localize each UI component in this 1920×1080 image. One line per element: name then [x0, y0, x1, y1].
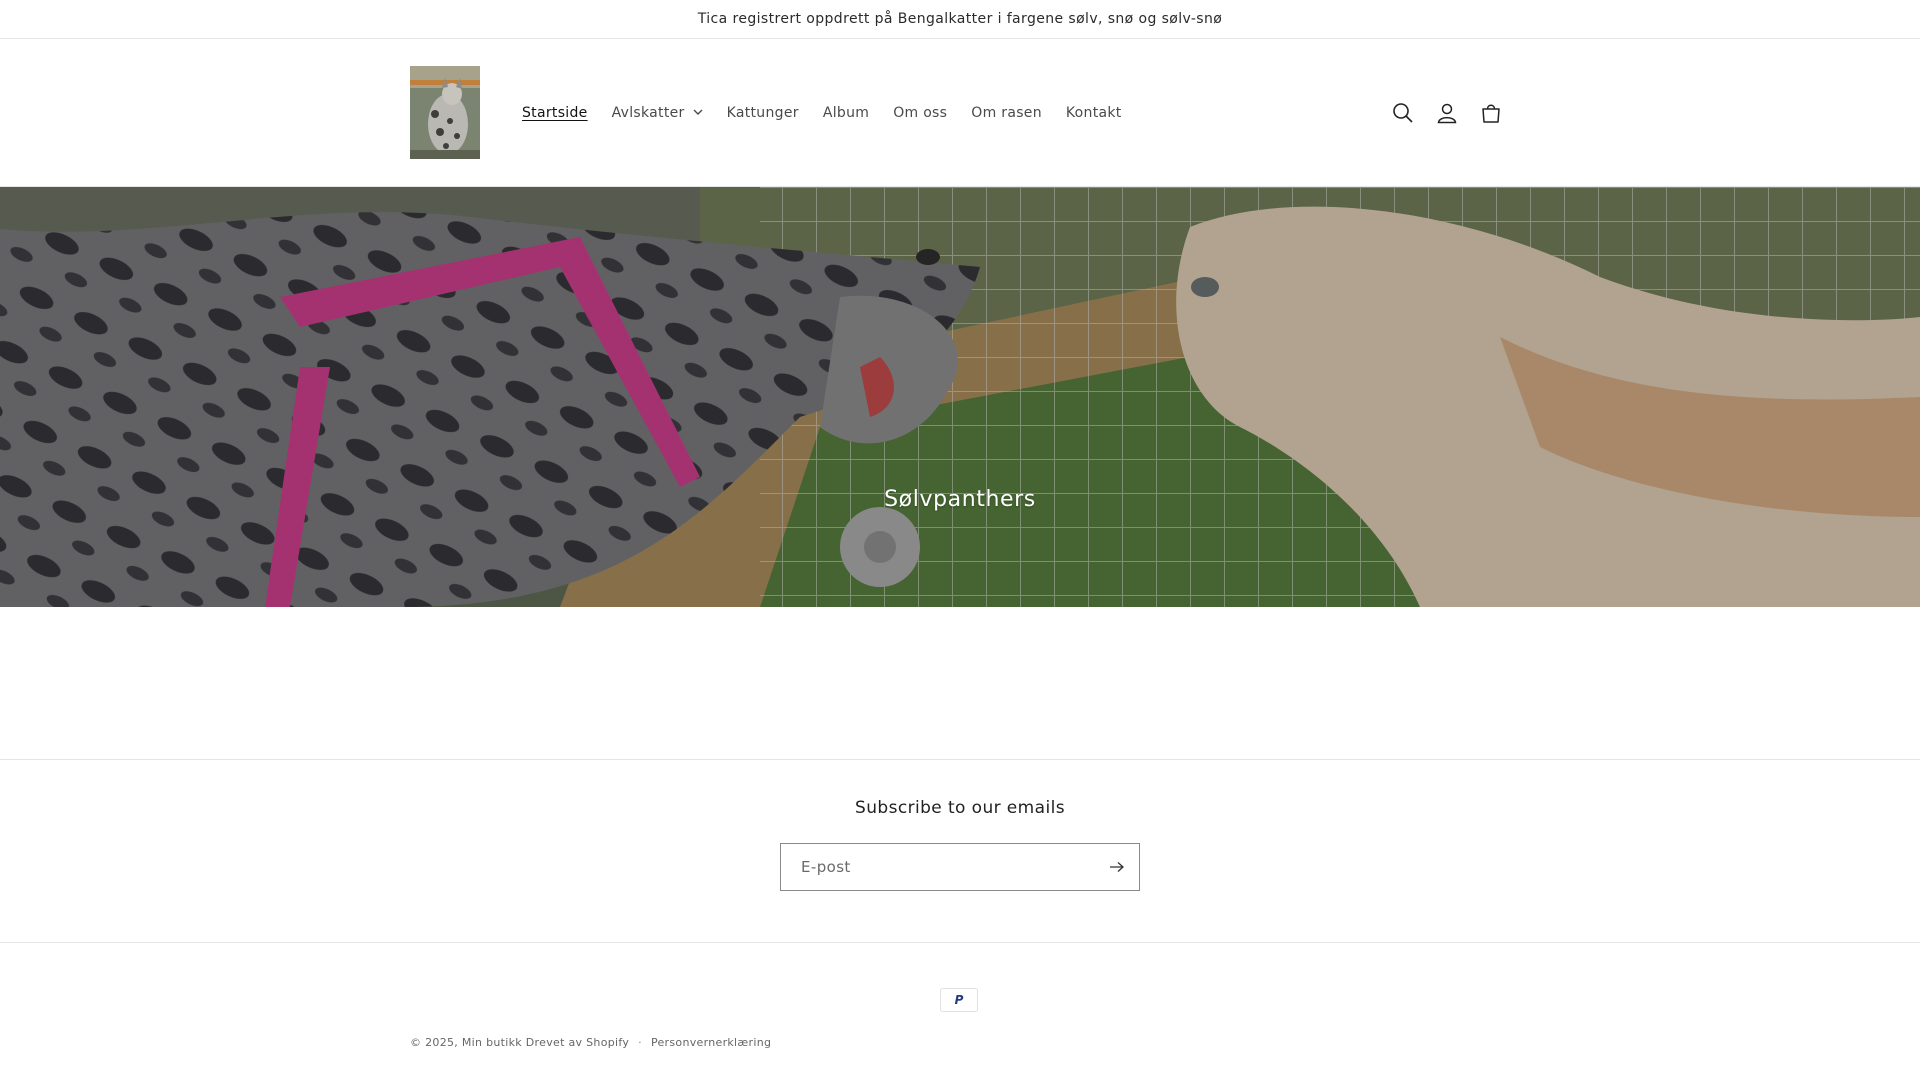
header-icons — [1390, 100, 1504, 126]
newsletter-section: Subscribe to our emails — [0, 760, 1920, 943]
account-icon[interactable] — [1434, 100, 1460, 126]
store-logo[interactable] — [410, 66, 480, 159]
nav-item-om-rasen[interactable]: Om rasen — [959, 105, 1054, 121]
paypal-label: P — [954, 993, 964, 1007]
nav-label: Kontakt — [1065, 104, 1122, 121]
nav-label: Om oss — [893, 104, 948, 121]
nav-item-kattunger[interactable]: Kattunger — [715, 105, 811, 121]
hero-title: Sølvpanthers — [884, 487, 1036, 512]
nav-item-startside[interactable]: Startside — [510, 105, 600, 121]
newsletter-title: Subscribe to our emails — [855, 798, 1065, 818]
site-footer: P © 2025, Min butikk Drevet av Shopify ·… — [0, 943, 1920, 1079]
newsletter-form — [780, 843, 1140, 891]
footer-links: © 2025, Min butikk Drevet av Shopify · P… — [410, 1036, 771, 1049]
nav-label: Startside — [522, 104, 588, 121]
shop-name-link[interactable]: Min butikk — [462, 1036, 522, 1049]
two-cats-through-wire-fence-image — [0, 187, 1920, 607]
announcement-text: Tica registrert oppdrett på Bengalkatter… — [697, 11, 1223, 27]
site-header: Startside Avlskatter Kattunger Album Om … — [0, 39, 1920, 187]
paypal-icon: P — [940, 988, 978, 1012]
nav-label: Kattunger — [726, 104, 799, 121]
cart-icon[interactable] — [1478, 100, 1504, 126]
content-spacer — [0, 607, 1920, 760]
hero-banner: Sølvpanthers — [0, 187, 1920, 607]
chevron-down-icon — [693, 109, 703, 116]
nav-label: Album — [822, 104, 870, 121]
main-nav: Startside Avlskatter Kattunger Album Om … — [510, 105, 1134, 121]
powered-by-link[interactable]: Drevet av Shopify — [526, 1036, 629, 1049]
nav-label: Om rasen — [971, 104, 1042, 121]
announcement-bar: Tica registrert oppdrett på Bengalkatter… — [0, 0, 1920, 39]
search-icon[interactable] — [1390, 100, 1416, 126]
email-field[interactable] — [781, 844, 1081, 890]
arrow-right-icon — [1110, 862, 1124, 872]
subscribe-button[interactable] — [1095, 844, 1139, 890]
nav-item-album[interactable]: Album — [811, 105, 881, 121]
nav-item-om-oss[interactable]: Om oss — [881, 105, 959, 121]
nav-item-avlskatter[interactable]: Avlskatter — [600, 105, 715, 121]
cat-photo-logo-icon — [410, 66, 480, 159]
footer-separator: · — [638, 1036, 642, 1049]
privacy-policy-link[interactable]: Personvernerklæring — [651, 1036, 771, 1049]
nav-label: Avlskatter — [611, 104, 685, 121]
nav-item-kontakt[interactable]: Kontakt — [1054, 105, 1134, 121]
copyright-text: © 2025, — [410, 1036, 459, 1049]
